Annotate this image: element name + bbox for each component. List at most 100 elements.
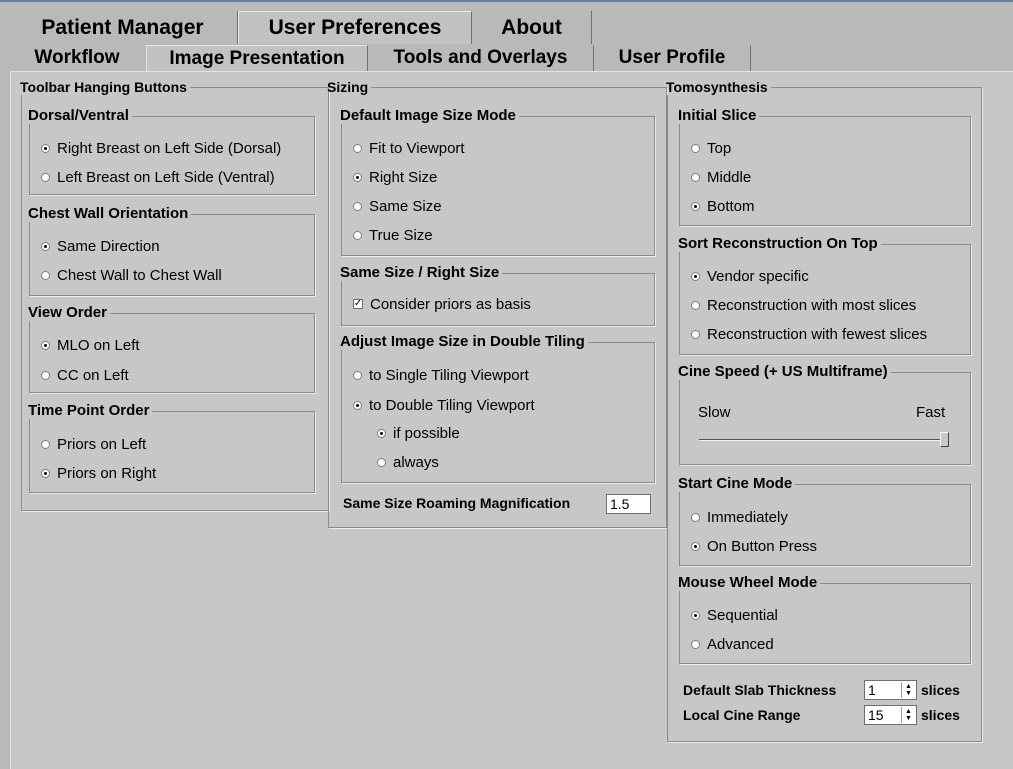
radio-dorsal[interactable]: Right Breast on Left Side (Dorsal) bbox=[41, 139, 281, 157]
group-title: Dorsal/Ventral bbox=[28, 107, 129, 124]
radio-selected-icon bbox=[41, 340, 50, 350]
radio-advanced[interactable]: Advanced bbox=[691, 635, 774, 653]
radio-if-possible[interactable]: if possible bbox=[377, 424, 460, 442]
radio-fewest-slices[interactable]: Reconstruction with fewest slices bbox=[691, 325, 927, 343]
radio-unselected-icon bbox=[353, 201, 362, 211]
tab-tools-and-overlays[interactable]: Tools and Overlays bbox=[368, 45, 594, 71]
radio-selected-icon bbox=[377, 428, 386, 438]
slab-thickness-label: Default Slab Thickness bbox=[683, 682, 837, 698]
radio-ventral[interactable]: Left Breast on Left Side (Ventral) bbox=[41, 168, 275, 186]
radio-bottom[interactable]: Bottom bbox=[691, 197, 755, 215]
radio-priors-on-left[interactable]: Priors on Left bbox=[41, 435, 146, 453]
range-unit-label: slices bbox=[921, 707, 960, 723]
slab-thickness-spinner[interactable]: 1 ▲ ▼ bbox=[864, 680, 917, 700]
radio-unselected-icon bbox=[691, 172, 700, 182]
group-title: Initial Slice bbox=[678, 107, 757, 124]
radio-unselected-icon bbox=[691, 329, 700, 339]
option-label: Reconstruction with most slices bbox=[707, 296, 917, 314]
group-title: Start Cine Mode bbox=[678, 475, 793, 492]
radio-middle[interactable]: Middle bbox=[691, 168, 751, 186]
radio-selected-icon bbox=[353, 400, 362, 410]
radio-mlo-on-left[interactable]: MLO on Left bbox=[41, 336, 140, 354]
option-label: Reconstruction with fewest slices bbox=[707, 325, 928, 343]
image-presentation-panel: Toolbar Hanging Buttons Dorsal/Ventral R… bbox=[10, 71, 1013, 769]
radio-top[interactable]: Top bbox=[691, 139, 731, 157]
radio-unselected-icon bbox=[377, 457, 386, 467]
radio-true-size[interactable]: True Size bbox=[353, 226, 433, 244]
option-label: Right Size bbox=[369, 168, 438, 186]
option-label: to Double Tiling Viewport bbox=[369, 396, 535, 414]
option-label: Immediately bbox=[707, 508, 788, 526]
roaming-magnification-input[interactable]: 1.5 bbox=[606, 494, 651, 514]
option-label: if possible bbox=[393, 424, 460, 442]
group-title: Sort Reconstruction On Top bbox=[678, 235, 878, 252]
local-cine-range-spinner[interactable]: 15 ▲ ▼ bbox=[864, 705, 917, 725]
group-title: Default Image Size Mode bbox=[340, 107, 516, 124]
radio-chest-wall-to-chest-wall[interactable]: Chest Wall to Chest Wall bbox=[41, 266, 222, 284]
radio-unselected-icon bbox=[41, 370, 50, 380]
option-label: True Size bbox=[369, 226, 433, 244]
group-title: View Order bbox=[28, 304, 107, 321]
tab-workflow[interactable]: Workflow bbox=[8, 45, 146, 71]
option-label: always bbox=[393, 453, 439, 471]
radio-unselected-icon bbox=[353, 143, 362, 153]
group-title: Cine Speed (+ US Multiframe) bbox=[678, 363, 888, 380]
cine-speed-slider-thumb[interactable] bbox=[940, 432, 949, 447]
radio-selected-icon bbox=[41, 468, 50, 478]
main-tab-bar: Patient Manager User Preferences About bbox=[8, 11, 592, 45]
radio-selected-icon bbox=[41, 241, 50, 251]
tab-image-presentation[interactable]: Image Presentation bbox=[146, 45, 368, 71]
checkbox-checked-icon: ✓ bbox=[353, 298, 363, 309]
radio-double-tiling-viewport[interactable]: to Double Tiling Viewport bbox=[353, 396, 535, 414]
slab-unit-label: slices bbox=[921, 682, 960, 698]
tab-user-profile[interactable]: User Profile bbox=[594, 45, 751, 71]
option-label: Advanced bbox=[707, 635, 774, 653]
radio-sequential[interactable]: Sequential bbox=[691, 606, 778, 624]
spinner-arrows-icon[interactable]: ▲ ▼ bbox=[901, 682, 915, 698]
option-label: Consider priors as basis bbox=[370, 295, 531, 313]
spinner-arrows-icon[interactable]: ▲ ▼ bbox=[901, 707, 915, 723]
option-label: Priors on Right bbox=[57, 464, 157, 482]
radio-selected-icon bbox=[41, 143, 50, 153]
radio-most-slices[interactable]: Reconstruction with most slices bbox=[691, 296, 916, 314]
radio-single-tiling-viewport[interactable]: to Single Tiling Viewport bbox=[353, 366, 529, 384]
radio-right-size[interactable]: Right Size bbox=[353, 168, 437, 186]
radio-vendor-specific[interactable]: Vendor specific bbox=[691, 267, 809, 285]
group-title: Chest Wall Orientation bbox=[28, 205, 189, 222]
option-label: to Single Tiling Viewport bbox=[369, 366, 529, 384]
tab-about[interactable]: About bbox=[472, 11, 592, 44]
radio-unselected-icon bbox=[353, 230, 362, 240]
group-title: Adjust Image Size in Double Tiling bbox=[340, 333, 585, 350]
option-label: On Button Press bbox=[707, 537, 818, 555]
radio-same-size[interactable]: Same Size bbox=[353, 197, 442, 215]
option-label: Right Breast on Left Side (Dorsal) bbox=[57, 139, 282, 157]
option-label: Left Breast on Left Side (Ventral) bbox=[57, 168, 275, 186]
radio-same-direction[interactable]: Same Direction bbox=[41, 237, 160, 255]
group-title: Sizing bbox=[327, 79, 369, 95]
radio-fit-to-viewport[interactable]: Fit to Viewport bbox=[353, 139, 465, 157]
cine-speed-fast-label: Fast bbox=[916, 403, 946, 421]
radio-unselected-icon bbox=[691, 639, 700, 649]
tab-patient-manager[interactable]: Patient Manager bbox=[8, 11, 238, 44]
group-title: Time Point Order bbox=[28, 402, 150, 419]
option-label: CC on Left bbox=[57, 366, 129, 384]
radio-selected-icon bbox=[691, 201, 700, 211]
group-title: Toolbar Hanging Buttons bbox=[20, 79, 187, 95]
option-label: Middle bbox=[707, 168, 752, 186]
checkbox-consider-priors[interactable]: ✓ Consider priors as basis bbox=[353, 295, 531, 313]
option-label: Bottom bbox=[707, 197, 755, 215]
sub-tab-bar: Workflow Image Presentation Tools and Ov… bbox=[8, 45, 751, 71]
spinner-value: 15 bbox=[868, 707, 884, 723]
window-top-edge bbox=[0, 0, 1013, 9]
spinner-value: 1 bbox=[868, 682, 876, 698]
radio-always[interactable]: always bbox=[377, 453, 439, 471]
radio-cc-on-left[interactable]: CC on Left bbox=[41, 366, 129, 384]
option-label: Same Direction bbox=[57, 237, 160, 255]
radio-priors-on-right[interactable]: Priors on Right bbox=[41, 464, 156, 482]
radio-on-button-press[interactable]: On Button Press bbox=[691, 537, 817, 555]
radio-immediately[interactable]: Immediately bbox=[691, 508, 788, 526]
tab-user-preferences[interactable]: User Preferences bbox=[238, 11, 472, 44]
option-label: Fit to Viewport bbox=[369, 139, 465, 157]
cine-speed-slider-track[interactable] bbox=[699, 439, 949, 441]
group-title: Mouse Wheel Mode bbox=[678, 574, 818, 591]
